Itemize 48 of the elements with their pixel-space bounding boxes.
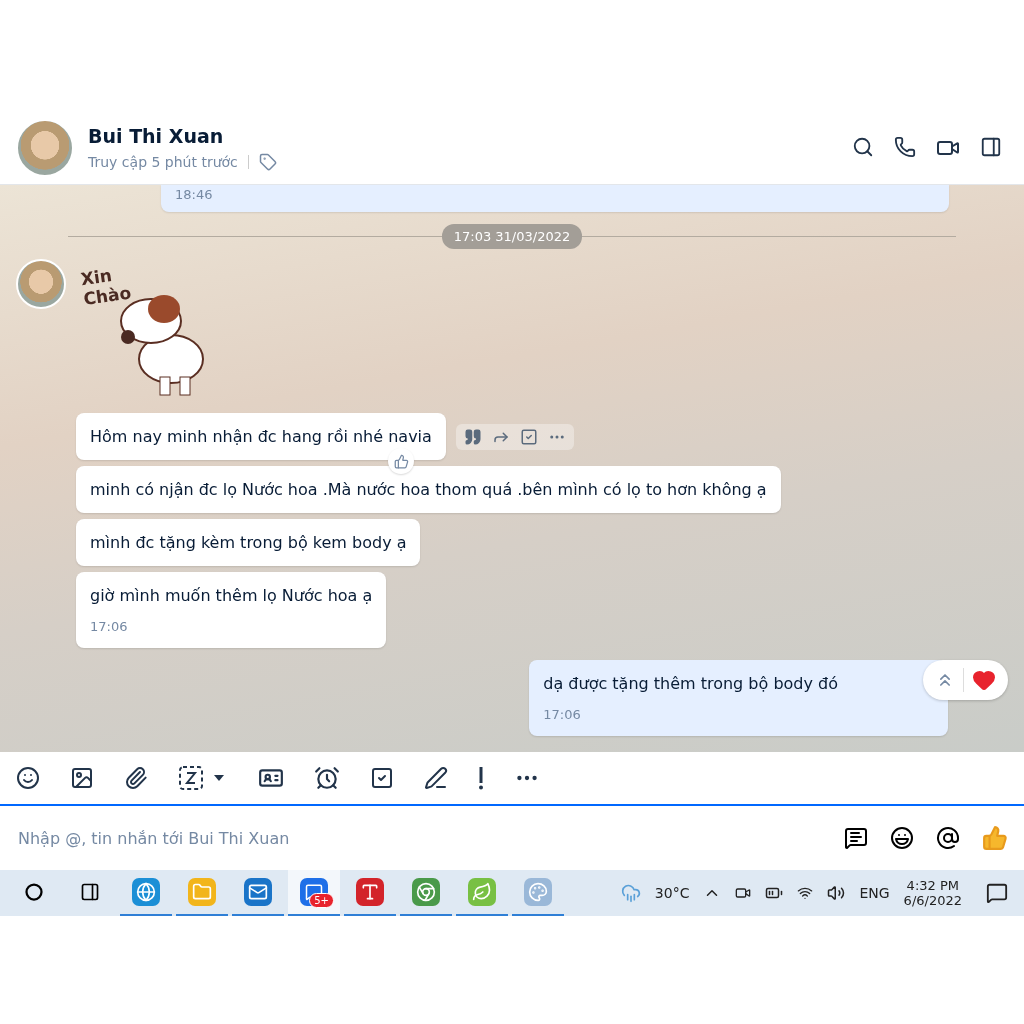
app-icon — [412, 878, 440, 906]
phone-icon[interactable] — [894, 136, 916, 160]
thumbs-up-icon — [393, 453, 409, 469]
heart-icon[interactable] — [972, 668, 996, 692]
camera-icon[interactable] — [735, 885, 752, 901]
clock-time[interactable]: 4:32 PM — [906, 878, 959, 893]
search-icon[interactable] — [25, 883, 43, 901]
app-icon — [524, 878, 552, 906]
message-text: Hôm nay minh nhận đc hang rồi nhé navia — [90, 427, 432, 446]
alarm-icon[interactable] — [314, 765, 340, 791]
mention-icon[interactable] — [936, 826, 960, 850]
quote-icon[interactable] — [463, 427, 482, 446]
thumbs-up-icon[interactable] — [982, 825, 1008, 851]
sticker-icon[interactable] — [16, 766, 40, 790]
reaction-pill[interactable] — [923, 660, 1008, 700]
image-icon[interactable] — [70, 766, 94, 790]
avatar[interactable] — [16, 259, 66, 309]
date-divider: 17:03 31/03/2022 — [441, 224, 583, 249]
task-icon[interactable] — [370, 766, 394, 790]
app-icon — [356, 878, 384, 906]
message-time: 18:46 — [175, 187, 213, 202]
app-icon — [132, 878, 160, 906]
priority-icon[interactable] — [478, 766, 484, 790]
message-time: 17:06 — [90, 619, 129, 634]
message-text: minh có njận đc lọ Nước hoa .Mà nước hoa thom quá .bên mình có lọ to hơn không ạ — [90, 480, 767, 499]
message-text: dạ được tặng thêm trong bộ body đó — [543, 674, 838, 693]
task-view-icon[interactable] — [80, 882, 100, 902]
volume-icon[interactable] — [827, 884, 846, 902]
message-time: 17:06 — [543, 707, 582, 722]
sticker-text: Xin Chào — [79, 264, 134, 310]
contact-name: Bui Thi Xuan — [88, 125, 225, 147]
message-text: mình đc tặng kèm trong bộ kem body ạ — [90, 533, 407, 552]
wifi-icon[interactable] — [797, 885, 814, 901]
taskbar-app[interactable]: 5+ — [288, 870, 340, 916]
attachment-icon[interactable] — [124, 766, 148, 790]
notification-badge: 5+ — [309, 893, 334, 908]
clock-date[interactable]: 6/6/2022 — [903, 893, 962, 908]
emoji-icon[interactable] — [890, 826, 914, 850]
temperature[interactable]: 30°C — [654, 885, 690, 901]
tag-icon[interactable] — [258, 153, 277, 171]
language-indicator[interactable]: ENG — [859, 885, 890, 901]
notification-icon[interactable] — [986, 882, 1008, 904]
message-text: giờ mình muốn thêm lọ Nước hoa ạ — [90, 586, 373, 605]
quick-message-icon[interactable] — [844, 826, 868, 850]
app-icon — [468, 878, 496, 906]
app-icon — [244, 878, 272, 906]
last-seen-status: Truy cập 5 phút trước — [88, 154, 238, 170]
app-icon — [188, 878, 216, 906]
